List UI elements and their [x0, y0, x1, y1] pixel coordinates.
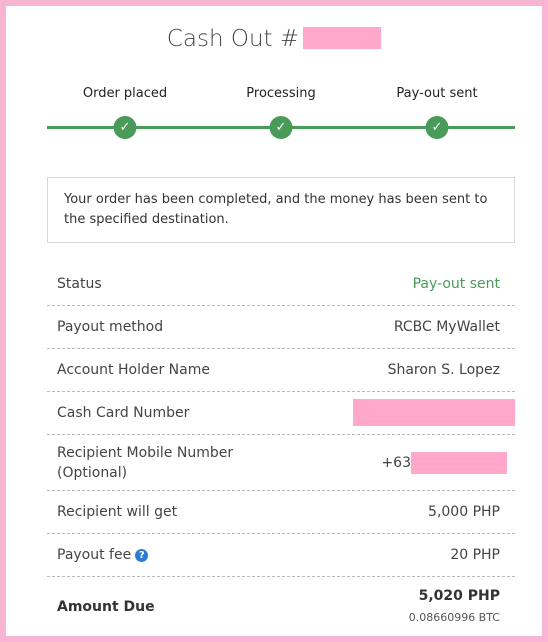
mobile-prefix: +63 — [381, 454, 411, 471]
redacted-mobile-number — [411, 451, 507, 474]
amount-due-php: 5,020 PHP — [418, 588, 500, 604]
step-label-order-placed: Order placed — [82, 86, 168, 101]
mobile-value: +63 — [381, 451, 507, 474]
recipient-gets-value: 5,000 PHP — [428, 504, 500, 520]
detail-row-account-holder: Account Holder Name Sharon S. Lopez — [47, 349, 515, 392]
help-icon[interactable]: ? — [135, 549, 149, 562]
redacted-order-id — [303, 26, 382, 49]
detail-row-recipient-gets: Recipient will get 5,000 PHP — [47, 491, 515, 534]
order-hash: # — [279, 26, 300, 52]
payout-fee-label-wrap: Payout fee? — [57, 545, 149, 565]
detail-row-status: Status Pay-out sent — [47, 263, 515, 306]
status-value: Pay-out sent — [412, 276, 500, 292]
amount-due-value: 5,020 PHP 0.08660996 BTC — [409, 586, 500, 628]
detail-row-cash-card: Cash Card Number — [47, 392, 515, 435]
title-text: Cash Out — [166, 26, 273, 52]
step-label-payout-sent: Pay-out sent — [396, 86, 478, 101]
check-icon: ✓ — [269, 116, 293, 139]
detail-row-mobile: Recipient Mobile Number (Optional) +63 — [47, 435, 515, 491]
amount-due-btc: 0.08660996 BTC — [408, 611, 500, 624]
status-label: Status — [57, 276, 102, 292]
payout-method-value: RCBC MyWallet — [393, 319, 500, 335]
amount-due-label: Amount Due — [57, 599, 155, 615]
detail-row-payout-fee: Payout fee? 20 PHP — [47, 534, 515, 577]
account-holder-label: Account Holder Name — [57, 362, 210, 378]
completion-notice: Your order has been completed, and the m… — [47, 177, 515, 243]
cashout-panel: Cash Out # Order placed ✓ Processing ✓ P… — [0, 0, 548, 642]
progress-steps: Order placed ✓ Processing ✓ Pay-out sent… — [47, 86, 515, 146]
step-label-processing: Processing — [246, 86, 316, 101]
check-icon: ✓ — [425, 116, 449, 139]
check-icon: ✓ — [113, 116, 137, 139]
account-holder-value: Sharon S. Lopez — [387, 362, 500, 378]
payout-fee-value: 20 PHP — [450, 547, 500, 563]
detail-row-amount-due: Amount Due 5,020 PHP 0.08660996 BTC — [47, 577, 515, 637]
redacted-card-number — [353, 399, 515, 426]
recipient-gets-label: Recipient will get — [57, 504, 178, 520]
cash-card-label: Cash Card Number — [57, 405, 190, 421]
page-title: Cash Out # — [6, 26, 542, 52]
mobile-label: Recipient Mobile Number (Optional) — [57, 443, 233, 483]
detail-row-payout-method: Payout method RCBC MyWallet — [47, 306, 515, 349]
payout-method-label: Payout method — [57, 319, 164, 335]
mobile-label-line2: (Optional) — [57, 464, 128, 481]
mobile-label-line1: Recipient Mobile Number — [57, 444, 234, 461]
order-details: Status Pay-out sent Payout method RCBC M… — [47, 263, 515, 637]
payout-fee-label: Payout fee — [57, 547, 132, 563]
